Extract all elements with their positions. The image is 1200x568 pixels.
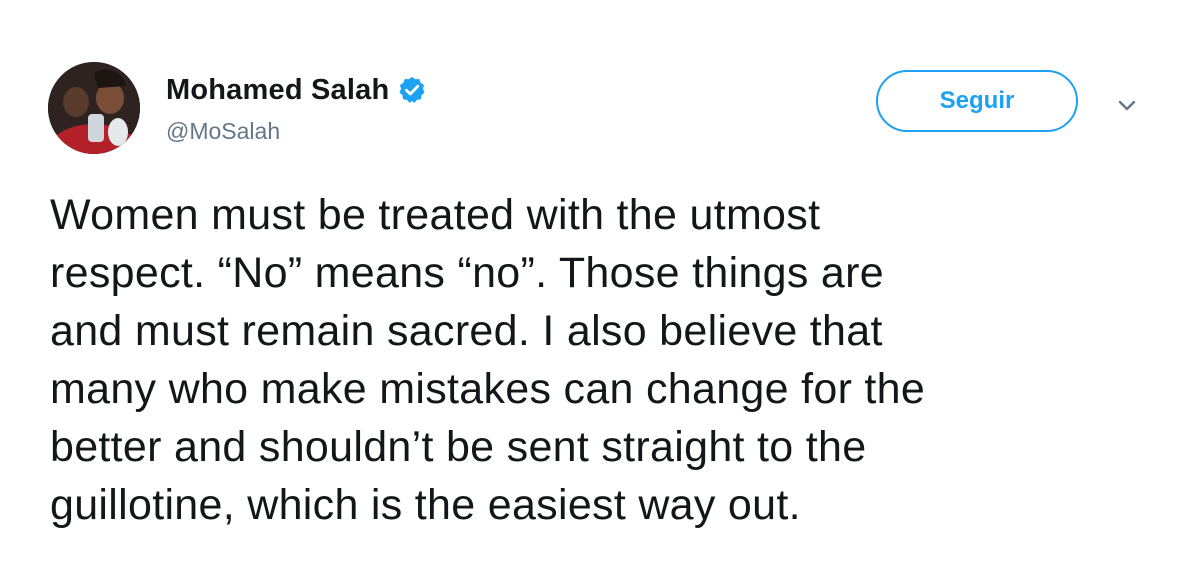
tweet-header: Mohamed Salah @MoSalah Seguir <box>48 62 1158 162</box>
verified-badge-icon <box>397 75 427 105</box>
avatar[interactable] <box>48 62 140 154</box>
name-row: Mohamed Salah <box>166 70 427 110</box>
follow-button[interactable]: Seguir <box>876 70 1078 132</box>
tweet-text: Women must be treated with the utmost re… <box>50 191 926 529</box>
chevron-down-icon[interactable] <box>1112 90 1142 120</box>
avatar-image <box>48 62 140 154</box>
user-handle[interactable]: @MoSalah <box>166 118 280 145</box>
display-name[interactable]: Mohamed Salah <box>166 74 389 107</box>
tweet-card: Mohamed Salah @MoSalah Seguir Women must… <box>0 0 1200 568</box>
